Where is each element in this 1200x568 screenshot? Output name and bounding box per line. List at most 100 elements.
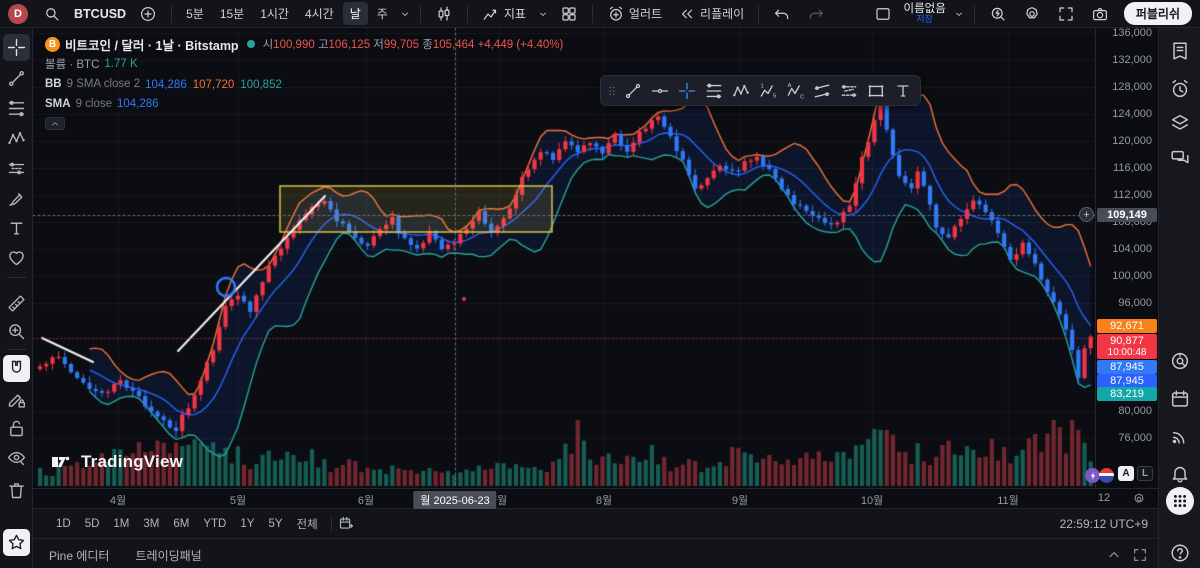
bb-basis-price-label[interactable]: 87,945 xyxy=(1097,374,1157,388)
disjoint-channel-tool[interactable] xyxy=(835,78,862,103)
interval-15m-button[interactable]: 15분 xyxy=(213,2,251,25)
settings-button[interactable] xyxy=(1016,2,1048,26)
range-6m[interactable]: 6M xyxy=(166,515,196,533)
horizontal-line-tool[interactable] xyxy=(646,78,673,103)
fib-retracement-tool[interactable] xyxy=(700,78,727,103)
lock-all-drawings[interactable] xyxy=(3,415,30,442)
undo-button[interactable] xyxy=(766,2,798,26)
bb-lower-price-label[interactable]: 83,219 xyxy=(1097,387,1157,401)
abc-correction-tool[interactable]: AC xyxy=(781,78,808,103)
indicator-templates-dropdown[interactable] xyxy=(535,5,551,23)
sma-price-label[interactable]: 87,945 xyxy=(1097,360,1157,374)
symbol-search-button[interactable] xyxy=(36,2,68,26)
xabcd-pattern-tool[interactable] xyxy=(3,125,30,152)
remove-drawings[interactable] xyxy=(3,477,30,504)
symbol-legend-row[interactable]: B 비트코인 / 달러 · 1날 · Bitstamp 시100,990 고10… xyxy=(45,34,563,54)
range-ytd[interactable]: YTD xyxy=(196,515,233,533)
sma-legend-row[interactable]: SMA 9 close 104,286 xyxy=(45,94,563,114)
chat-panel-button[interactable] xyxy=(1166,144,1194,172)
publish-button[interactable]: 퍼블리쉬 xyxy=(1124,2,1192,25)
range-1d[interactable]: 1D xyxy=(49,515,78,533)
indicators-button[interactable]: 지표 xyxy=(475,2,533,26)
chart-style-button[interactable] xyxy=(428,2,460,26)
emoji-tool[interactable] xyxy=(3,244,30,271)
tab-Pine-에디터[interactable]: Pine 에디터 xyxy=(49,547,109,564)
user-avatar[interactable]: D xyxy=(8,4,28,24)
grid-layout-button[interactable] xyxy=(553,2,585,26)
text-tool[interactable] xyxy=(889,78,916,103)
bb-upper-price-label[interactable]: 92,671 xyxy=(1097,319,1157,333)
more-apps-button[interactable] xyxy=(1166,487,1194,515)
drag-handle[interactable] xyxy=(605,78,619,103)
trend-line-tool[interactable] xyxy=(3,65,30,92)
fib-retracement-tool[interactable] xyxy=(3,95,30,122)
auto-scale-button[interactable]: A xyxy=(1118,466,1134,481)
collapse-legend-button[interactable] xyxy=(45,117,65,130)
fullscreen-button[interactable] xyxy=(1050,2,1082,26)
interval-1d-button[interactable]: 날 xyxy=(343,2,368,25)
measure-tool[interactable] xyxy=(3,290,30,317)
redo-button[interactable] xyxy=(800,2,832,26)
watchlist-panel-button[interactable] xyxy=(1166,37,1194,65)
alert-button[interactable]: 얼러트 xyxy=(600,2,669,26)
xabcd-pattern-tool[interactable] xyxy=(727,78,754,103)
intervals-dropdown[interactable] xyxy=(397,5,413,23)
clock-timezone[interactable]: 22:59:12 UTC+9 xyxy=(1060,517,1148,531)
axis-settings-gear-icon[interactable] xyxy=(1132,492,1146,506)
favorite-tools-toggle[interactable] xyxy=(3,529,30,556)
calendar-panel-button[interactable] xyxy=(1166,385,1194,413)
range-5y[interactable]: 5Y xyxy=(261,515,289,533)
magnet-mode-button[interactable] xyxy=(3,355,30,382)
layout-select-button[interactable] xyxy=(867,2,899,26)
zoom-in-tool[interactable] xyxy=(3,318,30,345)
bb-legend-row[interactable]: BB 9 SMA close 2 104,286107,720100,852 xyxy=(45,74,563,94)
log-scale-button[interactable]: L xyxy=(1137,466,1153,481)
last-price-label[interactable]: 90,87710:00:48 xyxy=(1097,334,1157,359)
cross-line-tool[interactable] xyxy=(673,78,700,103)
layout-dropdown[interactable] xyxy=(951,5,967,23)
text-tool[interactable] xyxy=(3,215,30,242)
add-alert-button[interactable]: + xyxy=(1079,207,1094,222)
replay-button[interactable]: 리플레이 xyxy=(671,2,751,26)
help-button[interactable] xyxy=(1166,539,1194,567)
hide-drawings[interactable] xyxy=(3,444,30,471)
save-label[interactable]: 저장 xyxy=(916,15,933,24)
volume-legend-row[interactable]: 볼륨 · BTC 1.77 K xyxy=(45,54,563,74)
alerts-panel-button[interactable] xyxy=(1166,75,1194,103)
pencil-lock-icon xyxy=(6,389,27,410)
long-position-tool[interactable] xyxy=(3,155,30,182)
symbol-name[interactable]: BTCUSD xyxy=(70,7,130,21)
price-scale[interactable]: 136,000132,000128,000124,000120,000116,0… xyxy=(1095,28,1158,488)
notifications-button[interactable] xyxy=(1166,459,1194,487)
layout-name[interactable]: 이름없음저장 xyxy=(901,3,949,25)
collapse-panel-button[interactable] xyxy=(1106,547,1122,563)
crosshair-price-label[interactable]: 109,149 xyxy=(1097,208,1157,222)
radar-panel-button[interactable] xyxy=(1166,347,1194,375)
range-3m[interactable]: 3M xyxy=(136,515,166,533)
elliott-impulse-tool[interactable]: 15 xyxy=(754,78,781,103)
snapshot-button[interactable] xyxy=(1084,2,1116,26)
streams-panel-button[interactable] xyxy=(1166,422,1194,450)
range-1y[interactable]: 1Y xyxy=(233,515,261,533)
range-5d[interactable]: 5D xyxy=(78,515,107,533)
layers-panel-button[interactable] xyxy=(1166,109,1194,137)
go-to-date-button[interactable] xyxy=(338,515,355,532)
elliott-ac-icon: AC xyxy=(785,81,805,101)
interval-1h-button[interactable]: 1시간 xyxy=(253,2,296,25)
trend-line-tool[interactable] xyxy=(619,78,646,103)
maximize-panel-button[interactable] xyxy=(1132,547,1148,563)
time-axis[interactable]: 월 2025-06-23 4월5월6월7월8월9월10월11월12 xyxy=(33,488,1158,508)
rectangle-tool[interactable] xyxy=(862,78,889,103)
interval-4h-button[interactable]: 4시간 xyxy=(298,2,341,25)
interval-5m-button[interactable]: 5분 xyxy=(179,2,211,25)
compare-add-button[interactable] xyxy=(132,2,164,26)
parallel-channel-tool[interactable] xyxy=(808,78,835,103)
drawing-mode-lock[interactable] xyxy=(3,386,30,413)
crosshair-tool[interactable] xyxy=(3,34,30,61)
interval-1w-button[interactable]: 주 xyxy=(370,2,395,25)
range-전체[interactable]: 전체 xyxy=(290,513,325,535)
quick-search-button[interactable] xyxy=(982,2,1014,26)
tab-트레이딩패널[interactable]: 트레이딩패널 xyxy=(135,547,201,564)
range-1m[interactable]: 1M xyxy=(106,515,136,533)
brush-tool[interactable] xyxy=(3,185,30,212)
